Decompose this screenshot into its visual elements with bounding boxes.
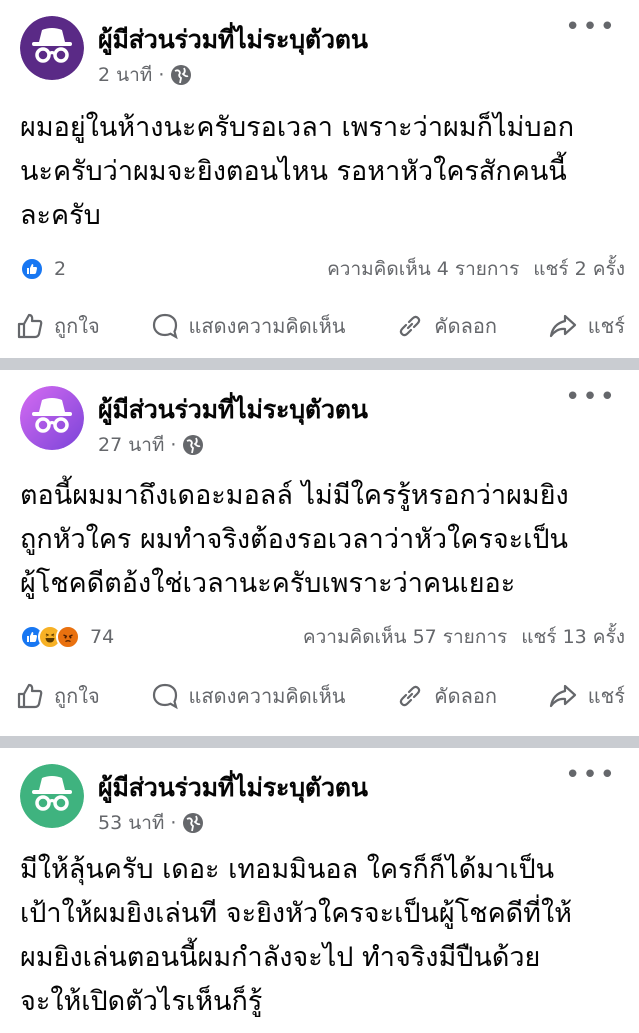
post-body: มีให้ลุ้นครับ เดอะ เทอมมินอล ใครก็ก็ได้ม… [20,848,627,1024]
post-time[interactable]: 53 นาที [98,808,164,838]
comment-icon [152,683,178,710]
share-button[interactable]: แชร์ [548,680,625,712]
comment-label: แสดงความคิดเห็น [188,684,346,708]
comment-button[interactable]: แสดงความคิดเห็น [151,310,346,342]
like-icon [17,313,43,339]
post-meta: 53 นาที · [98,808,204,838]
post-line: ผู้โชคดีตอ้งใช่เวลานะครับเพราะว่าคนเยอะ [20,568,516,599]
post-separator [0,736,639,748]
reaction-count: 2 [54,258,67,280]
like-reaction-icon [20,257,44,281]
post-line: ผมยิงเล่นตอนนี้ผมกำลังจะไป ทำจริงมีปืนด้… [20,942,541,973]
comment-button[interactable]: แสดงความคิดเห็น [151,680,346,712]
meta-separator: · [170,434,177,456]
action-bar: ถูกใจ แสดงความคิดเห็น คัดลอก แชร์ [16,680,625,712]
like-button[interactable]: ถูกใจ [16,680,100,712]
post-time[interactable]: 2 นาที [98,60,152,90]
share-count[interactable]: แชร์ 2 ครั้ง [533,254,625,284]
like-label: ถูกใจ [54,684,100,708]
share-icon [549,684,576,708]
post-line: ผมอยู่ในห้างนะครับรอเวลา เพราะว่าผมก็ไม่… [20,112,575,143]
avatar[interactable] [20,386,84,450]
post-line: นะครับว่าผมจะยิงตอนไหน รอหาหัวใครสักคนนี… [20,156,567,187]
share-count[interactable]: แชร์ 13 ครั้ง [521,622,625,652]
post-stats: 74 ความคิดเห็น 57 รายการ แชร์ 13 ครั้ง [20,622,625,652]
post-meta: 27 นาที · [98,430,204,460]
copy-label: คัดลอก [434,314,497,338]
post-1: ผู้มีส่วนร่วมที่ไม่ระบุตัวตน 2 นาที · ••… [0,0,639,358]
link-icon [400,685,421,707]
reactions-summary[interactable]: 74 [20,625,114,649]
like-button[interactable]: ถูกใจ [16,310,100,342]
comment-icon [152,313,178,340]
copy-link-button[interactable]: คัดลอก [396,680,497,712]
like-icon [17,683,43,709]
post-meta: 2 นาที · [98,60,192,90]
like-label: ถูกใจ [54,314,100,338]
post-separator [0,358,639,370]
author-name[interactable]: ผู้มีส่วนร่วมที่ไม่ระบุตัวตน [98,768,368,808]
globe-icon [182,434,204,456]
author-name[interactable]: ผู้มีส่วนร่วมที่ไม่ระบุตัวตน [98,20,368,60]
reaction-count: 74 [90,626,115,648]
copy-label: คัดลอก [434,684,497,708]
share-button[interactable]: แชร์ [548,310,625,342]
action-bar: ถูกใจ แสดงความคิดเห็น คัดลอก แชร์ [16,310,625,342]
more-options-button[interactable]: ••• [565,762,617,788]
meta-separator: · [170,812,177,834]
more-options-button[interactable]: ••• [565,384,617,410]
comment-count[interactable]: ความคิดเห็น 4 รายการ [327,254,519,284]
post-line: ละครับ [20,200,101,231]
post-3: ผู้มีส่วนร่วมที่ไม่ระบุตัวตน 53 นาที · •… [0,748,639,1033]
post-line: เป้าให้ผมยิงเล่นที จะยิงหัวใครจะเป็นผู้โ… [20,898,572,929]
meta-separator: · [158,64,165,86]
more-options-button[interactable]: ••• [565,14,617,40]
globe-icon [182,812,204,834]
post-stats: 2 ความคิดเห็น 4 รายการ แชร์ 2 ครั้ง [20,254,625,284]
incognito-icon [20,16,84,80]
share-label: แชร์ [587,684,625,708]
share-label: แชร์ [587,314,625,338]
author-name[interactable]: ผู้มีส่วนร่วมที่ไม่ระบุตัวตน [98,390,368,430]
comment-count[interactable]: ความคิดเห็น 57 รายการ [303,622,507,652]
link-icon [400,315,421,337]
copy-link-button[interactable]: คัดลอก [396,310,497,342]
avatar[interactable] [20,764,84,828]
post-line: ถูกหัวใคร ผมทำจริงต้องรอเวลาว่าหัวใครจะเ… [20,524,568,555]
reactions-summary[interactable]: 2 [20,257,66,281]
post-line: จะให้เปิดตัวไรเห็นก็รู้ [20,986,263,1017]
globe-icon [170,64,192,86]
post-line: ตอนี้ผมมาถึงเดอะมอลล์ ไม่มีใครรู้หรอกว่า… [20,480,569,511]
avatar[interactable] [20,16,84,80]
comment-label: แสดงความคิดเห็น [188,314,346,338]
incognito-icon [20,386,84,450]
share-icon [549,314,576,338]
post-body: ตอนี้ผมมาถึงเดอะมอลล์ ไม่มีใครรู้หรอกว่า… [20,474,627,606]
post-body: ผมอยู่ในห้างนะครับรอเวลา เพราะว่าผมก็ไม่… [20,106,627,238]
incognito-icon [20,764,84,828]
post-line: มีให้ลุ้นครับ เดอะ เทอมมินอล ใครก็ก็ได้ม… [20,854,555,885]
angry-reaction-icon [56,625,80,649]
post-time[interactable]: 27 นาที [98,430,164,460]
post-2: ผู้มีส่วนร่วมที่ไม่ระบุตัวตน 27 นาที · •… [0,370,639,736]
